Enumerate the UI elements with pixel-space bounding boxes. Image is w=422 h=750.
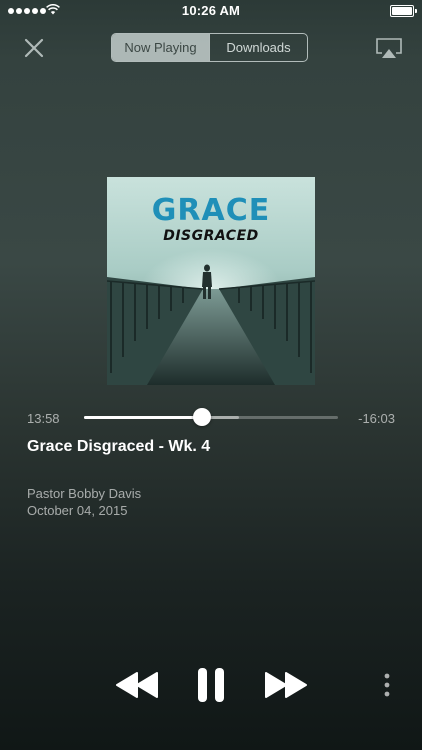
more-button[interactable] bbox=[380, 672, 394, 698]
airplay-icon bbox=[376, 38, 402, 58]
artwork-subtitle: DISGRACED bbox=[163, 228, 259, 244]
track-title: Grace Disgraced - Wk. 4 bbox=[27, 438, 211, 455]
view-segmented-control: Now Playing Downloads bbox=[111, 33, 308, 62]
close-icon bbox=[24, 38, 44, 58]
tab-downloads[interactable]: Downloads bbox=[209, 34, 307, 61]
status-time: 10:26 AM bbox=[181, 3, 241, 18]
progress-thumb[interactable] bbox=[193, 408, 212, 426]
progress-track[interactable] bbox=[84, 408, 338, 426]
tab-now-playing[interactable]: Now Playing bbox=[112, 34, 209, 61]
elapsed-time: 13:58 bbox=[27, 411, 60, 426]
rewind-icon bbox=[116, 672, 158, 698]
battery-icon bbox=[390, 5, 417, 17]
pause-icon bbox=[198, 668, 224, 702]
close-button[interactable] bbox=[20, 34, 48, 62]
track-speaker: Pastor Bobby Davis bbox=[27, 486, 142, 501]
playback-scrubber: 13:58 -16:03 bbox=[0, 406, 422, 430]
more-vertical-icon bbox=[384, 673, 390, 697]
pause-button[interactable] bbox=[196, 667, 226, 703]
progress-fill bbox=[84, 416, 203, 419]
airplay-button[interactable] bbox=[374, 36, 404, 60]
status-bar: 10:26 AM bbox=[0, 0, 422, 22]
artwork-title: GRACE bbox=[151, 193, 271, 228]
remaining-time: -16:03 bbox=[358, 411, 395, 426]
fast-forward-button[interactable] bbox=[264, 670, 308, 700]
album-artwork: GRACE DISGRACED bbox=[107, 177, 315, 385]
track-date: October 04, 2015 bbox=[27, 503, 128, 518]
fast-forward-icon bbox=[265, 672, 307, 698]
rewind-button[interactable] bbox=[115, 670, 159, 700]
